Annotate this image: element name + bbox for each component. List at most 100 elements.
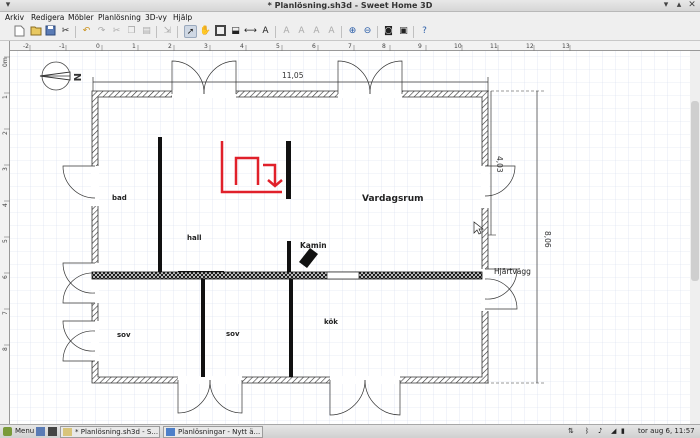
ruler-label: 11 [490,43,498,50]
terminal-icon[interactable] [48,427,57,436]
show-desktop-icon[interactable] [36,427,45,436]
task-document[interactable]: Planlösningar - Nytt ä... [163,426,263,438]
save-icon[interactable] [44,25,57,38]
new-file-icon[interactable] [13,25,26,38]
menu-planlosning[interactable]: Planlösning [98,13,141,22]
help-icon[interactable]: ? [418,25,431,38]
toolbar-separator [413,26,414,38]
menu-bar: Arkiv Redigera Möbler Planlösning 3D-vy … [0,12,700,23]
task-label: * Planlösning.sh3d - S... [75,428,159,436]
ruler-label: 9 [418,43,422,50]
ruler-label: 2 [2,131,9,135]
paste-icon[interactable]: ▤ [140,25,153,38]
undo-icon[interactable]: ↶ [80,25,93,38]
start-menu-label[interactable]: Menu [15,427,34,435]
ruler-label: 5 [276,43,280,50]
ruler-label: 4 [2,203,9,207]
ruler-label: 12 [526,43,534,50]
pan-mode-icon[interactable]: ✋ [199,25,212,38]
toolbar-separator [177,26,178,38]
tray-icon-wifi[interactable]: ◢ [611,427,616,435]
tray-icon-network[interactable]: ⇅ [568,427,574,435]
ruler-label: 8 [2,347,9,351]
plan-canvas[interactable]: -2 -1 0 1 2 3 4 5 6 7 8 9 10 11 12 13 0m… [0,41,700,424]
window-title: * Planlösning.sh3d - Sweet Home 3D [267,1,433,10]
room-label-sov: sov [117,331,131,339]
dimension-height-label: 8,06 [543,231,552,248]
text-italic-icon[interactable]: A [295,25,308,38]
menu-redigera[interactable]: Redigera [31,13,64,22]
plan-grid [10,51,700,424]
minimize-icon[interactable]: ▾ [660,0,672,11]
vertical-scrollbar-thumb[interactable] [691,101,699,281]
delete-icon[interactable]: ✂ [110,25,123,38]
cut-icon[interactable]: ✂ [59,25,72,38]
zoom-in-icon[interactable]: ⊕ [346,25,359,38]
ruler-label: 7 [348,43,352,50]
close-icon[interactable]: ✕ [686,0,698,11]
ruler-label: 0m [2,57,9,67]
heart-wall-label: Hjärtvägg [494,267,531,276]
menu-mobler[interactable]: Möbler [68,13,94,22]
ruler-label: 6 [312,43,316,50]
maximize-icon[interactable]: ▴ [673,0,685,11]
room-label-vardagsrum: Vardagsrum [362,194,424,204]
ruler-label: 1 [132,43,136,50]
tray-icon-volume[interactable]: ♪ [598,427,602,435]
toolbar-separator [377,26,378,38]
ruler-label: 8 [382,43,386,50]
create-walls-icon[interactable] [214,25,227,38]
menu-hjalp[interactable]: Hjälp [173,13,192,22]
toolbar-separator [75,26,76,38]
create-video-icon[interactable]: ▣ [397,25,410,38]
compass-label: N [71,73,82,81]
sweet-home-3d-icon [63,428,72,436]
horizontal-ruler: -2 -1 0 1 2 3 4 5 6 7 8 9 10 11 12 13 [0,41,700,51]
ruler-label: 0 [96,43,100,50]
tray-icon-bluetooth[interactable]: ᛒ [585,427,589,435]
plan-view[interactable]: -2 -1 0 1 2 3 4 5 6 7 8 9 10 11 12 13 0m… [0,41,700,424]
toolbar-separator [156,26,157,38]
ruler-label: 2 [168,43,172,50]
text-bold-icon[interactable]: A [280,25,293,38]
clock[interactable]: tor aug 6, 11:57 [638,427,695,435]
menu-3d-vy[interactable]: 3D-vy [145,13,167,22]
ruler-label: 13 [562,43,570,50]
fireplace-label: Kamin [300,241,327,250]
copy-icon[interactable]: ❐ [125,25,138,38]
room-label-kok: kök [324,318,338,326]
heart-wall[interactable] [91,271,483,280]
ruler-label: 1 [2,95,9,99]
ruler-label: 6 [2,275,9,279]
room-label-sov: sov [226,330,240,338]
task-label: Planlösningar - Nytt ä... [178,428,261,436]
ruler-label: 3 [204,43,208,50]
decrease-text-icon[interactable]: A [325,25,338,38]
room-label-bad: bad [112,194,127,202]
ruler-label: 4 [240,43,244,50]
ruler-label: -1 [59,43,65,50]
ruler-label: 3 [2,167,9,171]
ruler-label: 5 [2,239,9,243]
tray-icon-battery[interactable]: ▮ [621,427,625,435]
dimension-room-label: 4,03 [495,156,504,173]
start-menu-icon[interactable] [3,427,12,436]
add-furniture-icon[interactable]: ⇲ [161,25,174,38]
taskbar: Menu * Planlösning.sh3d - S... Planlösni… [0,424,700,438]
redo-icon[interactable]: ↷ [95,25,108,38]
zoom-out-icon[interactable]: ⊖ [361,25,374,38]
create-dimensions-icon[interactable]: ⟷ [244,25,257,38]
dimension-width-label: 11,05 [282,71,304,80]
menu-arkiv[interactable]: Arkiv [5,13,24,22]
document-icon [166,428,175,436]
toolbar: ✂ ↶ ↷ ✂ ❐ ▤ ⇲ ➚ ✋ ⬓ ⟷ A A A A A ⊕ ⊖ ◙ ▣ … [0,23,700,41]
task-sweet-home-3d[interactable]: * Planlösning.sh3d - S... [60,426,160,438]
toolbar-separator [275,26,276,38]
open-icon[interactable] [29,25,42,38]
add-text-icon[interactable]: A [259,25,272,38]
increase-text-icon[interactable]: A [310,25,323,38]
create-photo-icon[interactable]: ◙ [382,25,395,38]
create-rooms-icon[interactable]: ⬓ [229,25,242,38]
select-mode-icon[interactable]: ➚ [184,25,197,38]
window-menu-icon[interactable]: ▾ [2,0,14,11]
